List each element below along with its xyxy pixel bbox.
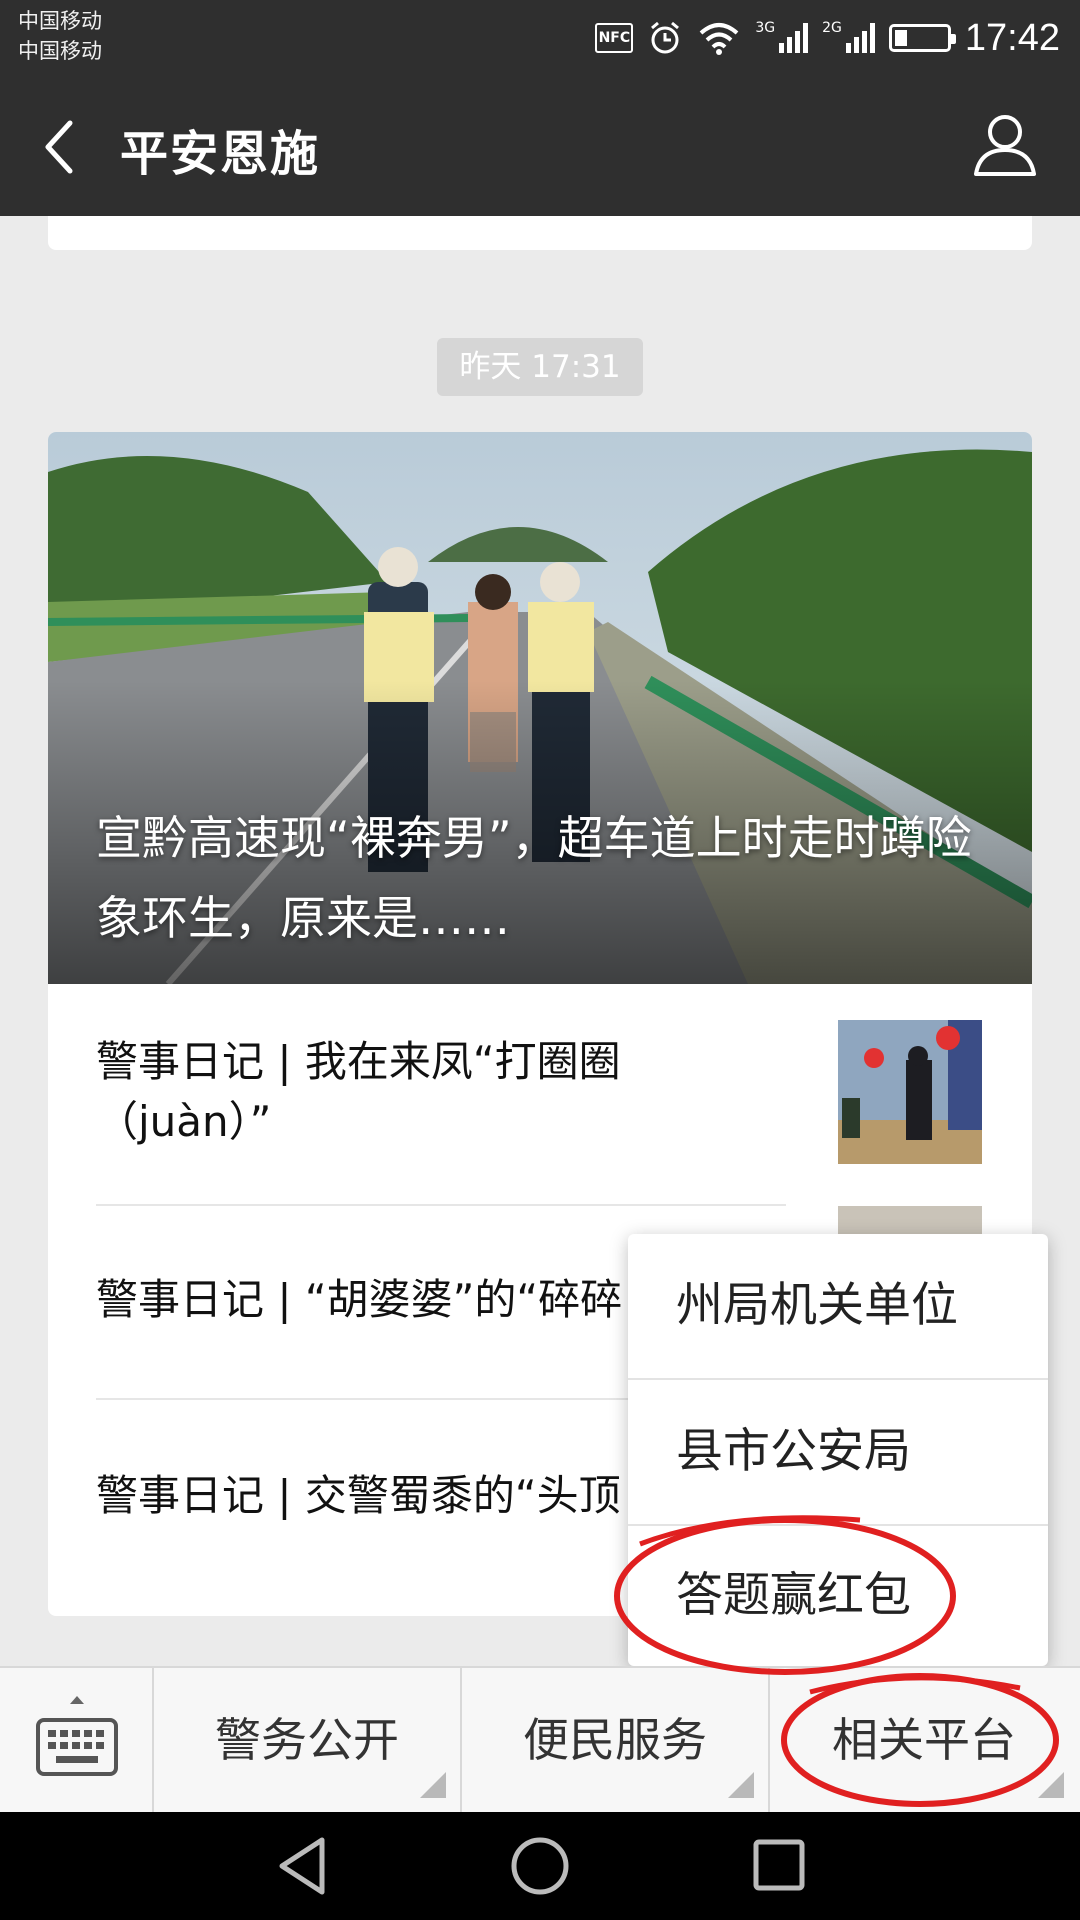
keyboard-toggle-button[interactable] xyxy=(0,1668,154,1812)
battery-fill xyxy=(894,30,908,46)
menu-label: 警务公开 xyxy=(215,1713,399,1767)
submenu-indicator-icon xyxy=(728,1772,754,1798)
triangle-back-icon xyxy=(279,1837,325,1895)
carrier-2: 中国移动 xyxy=(18,39,102,63)
nfc-icon: NFC xyxy=(595,23,634,53)
keyboard-icon xyxy=(36,1696,118,1776)
submenu-item-county-police[interactable]: 县市公安局 xyxy=(628,1380,1048,1524)
status-bar: 中国移动 中国移动 NFC 3G 2G 17:42 xyxy=(0,0,1080,76)
submenu-popup: 州局机关单位 县市公安局 答题赢红包 xyxy=(628,1234,1048,1666)
menu-public-services[interactable]: 便民服务 xyxy=(462,1668,770,1812)
network-type-2: 2G xyxy=(822,20,842,36)
sub-article-thumbnail xyxy=(838,1020,982,1164)
chevron-left-icon xyxy=(45,120,73,174)
sub-article-title: 警事日记 | 我在来凤“打圈圈（juàn）” xyxy=(96,1037,621,1146)
sub-article-item[interactable]: 警事日记 | 我在来凤“打圈圈（juàn）” xyxy=(96,984,982,1178)
menu-label: 相关平台 xyxy=(832,1713,1016,1767)
top-bar: 中国移动 中国移动 NFC 3G 2G 17:42 平安恩施 xyxy=(0,0,1080,216)
cover-article[interactable]: 宣黔高速现“裸奔男”，超车道上时走时蹲险象环生，原来是…… xyxy=(48,432,1032,984)
chat-header: 平安恩施 xyxy=(0,76,1080,216)
status-icons: NFC 3G 2G 17:42 xyxy=(595,12,1060,64)
submenu-indicator-icon xyxy=(420,1772,446,1798)
signal-icon-2 xyxy=(845,23,875,53)
status-time: 17:42 xyxy=(964,16,1060,59)
menu-label: 便民服务 xyxy=(523,1713,707,1767)
previous-message-card[interactable] xyxy=(48,216,1032,250)
message-timestamp: 昨天 17:31 xyxy=(437,338,643,396)
circle-home-icon xyxy=(511,1837,569,1895)
submenu-indicator-icon xyxy=(1038,1772,1064,1798)
alarm-icon xyxy=(647,20,683,56)
person-icon xyxy=(974,115,1036,176)
back-button[interactable] xyxy=(30,112,90,182)
carrier-labels: 中国移动 中国移动 xyxy=(18,6,102,66)
submenu-item-bureau-units[interactable]: 州局机关单位 xyxy=(628,1234,1048,1378)
profile-button[interactable] xyxy=(972,110,1038,180)
nav-home-button[interactable] xyxy=(500,1830,580,1902)
submenu-item-quiz-red-packet[interactable]: 答题赢红包 xyxy=(628,1524,1048,1668)
menu-police-affairs[interactable]: 警务公开 xyxy=(154,1668,462,1812)
square-recents-icon xyxy=(753,1839,805,1891)
nav-back-button[interactable] xyxy=(264,1830,344,1902)
wifi-icon xyxy=(697,21,741,55)
battery-icon xyxy=(888,24,956,52)
bottom-menu-bar: 警务公开 便民服务 相关平台 xyxy=(0,1666,1080,1812)
signal-icon-1 xyxy=(779,23,809,53)
system-nav-bar xyxy=(0,1812,1080,1920)
carrier-1: 中国移动 xyxy=(18,9,102,33)
nav-recents-button[interactable] xyxy=(738,1830,818,1902)
page-title: 平安恩施 xyxy=(120,126,321,182)
cover-title: 宣黔高速现“裸奔男”，超车道上时走时蹲险象环生，原来是…… xyxy=(96,811,972,945)
network-type-1: 3G xyxy=(755,20,776,36)
menu-related-platforms[interactable]: 相关平台 xyxy=(770,1668,1078,1812)
